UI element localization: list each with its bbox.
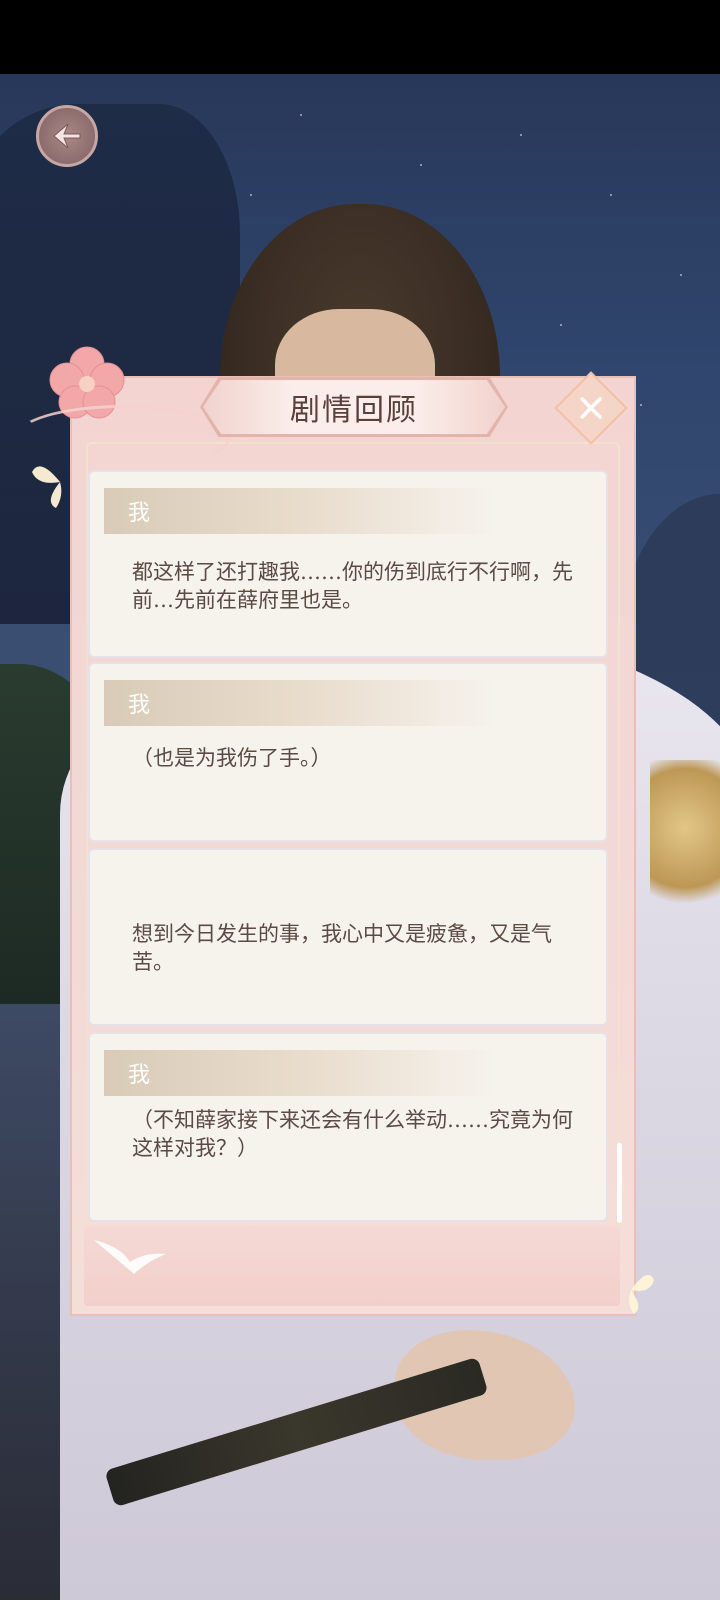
- dialogue-text: 想到今日发生的事，我心中又是疲惫，又是气苦。: [132, 922, 552, 974]
- butterfly-icon: [30, 452, 90, 512]
- star: [250, 194, 252, 196]
- robe-ornament: [650, 760, 720, 930]
- speaker-label: 我: [104, 680, 494, 726]
- dialogue-card: 想到今日发生的事，我心中又是疲惫，又是气苦。: [88, 848, 608, 1026]
- speaker-label: 我: [104, 488, 494, 534]
- back-button[interactable]: [36, 105, 98, 167]
- dialogue-list[interactable]: 我 都这样了还打趣我……你的伤到底行不行啊，先前…先前在薛府里也是。 我 （也是…: [88, 452, 620, 1224]
- dialogue-text: 都这样了还打趣我……你的伤到底行不行啊，先前…先前在薛府里也是。: [132, 560, 573, 612]
- butterfly-icon: [606, 1262, 656, 1316]
- page-title: 剧情回顾: [290, 393, 418, 428]
- star: [640, 404, 642, 406]
- bird-icon: [90, 1232, 170, 1282]
- star: [520, 134, 522, 136]
- dialogue-card: 我 （不知薛家接下来还会有什么举动……究竟为何这样对我？）: [88, 1032, 608, 1222]
- star: [300, 114, 302, 116]
- dialogue-card: 我 （也是为我伤了手。）: [88, 662, 608, 842]
- close-icon: [580, 397, 602, 419]
- scrollbar[interactable]: [617, 1143, 622, 1223]
- star: [560, 324, 562, 326]
- star: [610, 194, 612, 196]
- dialogue-text: （不知薛家接下来还会有什么举动……究竟为何这样对我？）: [132, 1108, 573, 1160]
- dialogue-text: （也是为我伤了手。）: [132, 746, 332, 770]
- status-bar: [0, 0, 720, 74]
- dialogue-card: 我 都这样了还打趣我……你的伤到底行不行啊，先前…先前在薛府里也是。: [88, 470, 608, 658]
- star: [680, 274, 682, 276]
- star: [420, 164, 422, 166]
- back-arrow-icon: [53, 123, 81, 149]
- speaker-label: 我: [104, 1050, 494, 1096]
